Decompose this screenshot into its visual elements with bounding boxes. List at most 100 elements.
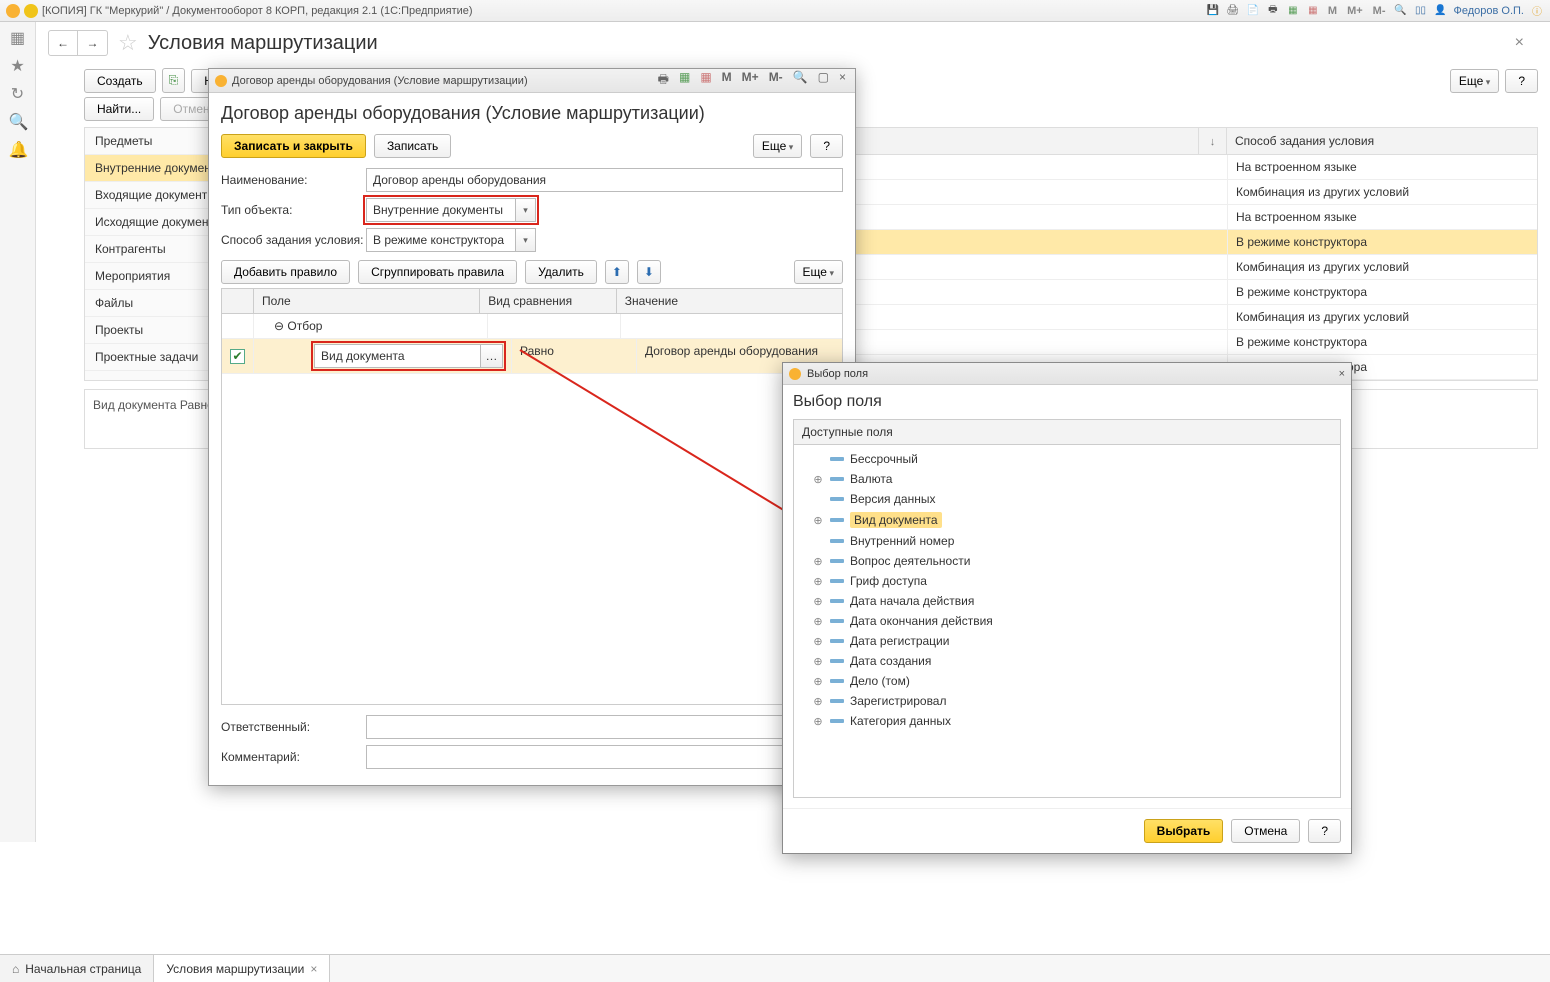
field-item[interactable]: ⊕Дата регистрации xyxy=(794,631,1340,651)
avail-header[interactable]: Доступные поля xyxy=(794,420,1340,445)
group-rules-button[interactable]: Сгруппировать правила xyxy=(358,260,517,284)
field-item[interactable]: ⊕Категория данных xyxy=(794,711,1340,731)
ellipsis-button[interactable]: … xyxy=(480,345,502,367)
filter-group-row[interactable]: ⊖ Отбор xyxy=(222,314,842,339)
mplus-btn[interactable]: M+ xyxy=(1345,5,1365,17)
chevron-down-icon[interactable]: ▾ xyxy=(515,199,535,221)
label-mode: Способ задания условия: xyxy=(221,233,366,247)
field-item[interactable]: ⊕Вид документа xyxy=(794,509,1340,531)
modal-close-icon[interactable]: × xyxy=(836,70,849,91)
calendar-icon[interactable]: ▦ xyxy=(1286,4,1300,18)
bottom-tabs: Начальная страница Условия маршрутизации… xyxy=(0,954,1550,982)
menu-icon[interactable]: ▦ xyxy=(9,28,27,46)
add-rule-button[interactable]: Добавить правило xyxy=(221,260,350,284)
modal-m-btn[interactable]: M xyxy=(719,70,735,91)
modal2-wintitle: Выбор поля xyxy=(807,368,868,380)
nav-fwd-button[interactable]: → xyxy=(78,30,108,56)
field-item[interactable]: Версия данных xyxy=(794,489,1340,509)
field-item[interactable]: Бессрочный xyxy=(794,449,1340,469)
user-name[interactable]: Федоров О.П. xyxy=(1454,5,1525,17)
modal-cal2-icon[interactable]: ▦ xyxy=(697,70,714,91)
create-button[interactable]: Создать xyxy=(84,69,156,93)
modal2-icon xyxy=(789,368,801,380)
nav-back-button[interactable]: ← xyxy=(48,30,78,56)
col-cond[interactable]: Способ задания условия xyxy=(1227,128,1537,154)
field-item[interactable]: ⊕Дата начала действия xyxy=(794,591,1340,611)
star-icon[interactable]: ★ xyxy=(9,56,27,74)
field-item[interactable]: Внутренний номер xyxy=(794,531,1340,551)
modal-max-icon[interactable]: ▢ xyxy=(815,70,832,91)
move-down-button[interactable]: ⬇ xyxy=(637,260,661,284)
calendar2-icon[interactable]: ▦ xyxy=(1306,4,1320,18)
label-comment: Комментарий: xyxy=(221,750,366,764)
doc-icon[interactable]: 📄 xyxy=(1246,4,1260,18)
info-icon[interactable]: ⓘ xyxy=(1530,4,1544,18)
left-rail: ▦ ★ ↻ 🔍 🔔 xyxy=(0,22,36,842)
save-icon[interactable]: 💾 xyxy=(1206,4,1220,18)
select-button[interactable]: Выбрать xyxy=(1144,819,1224,843)
available-fields-list: Бессрочный⊕ВалютаВерсия данных⊕Вид докум… xyxy=(794,445,1340,797)
condition-editor-modal: Договор аренды оборудования (Условие мар… xyxy=(208,68,856,786)
modal-mplus-btn[interactable]: M+ xyxy=(739,70,762,91)
help-button[interactable]: ? xyxy=(1505,69,1538,93)
bell-icon[interactable]: 🔔 xyxy=(9,140,27,158)
search-icon[interactable]: 🔍 xyxy=(9,112,27,130)
responsible-field[interactable] xyxy=(366,715,843,739)
copy-button[interactable]: ⎘ xyxy=(162,68,186,93)
comment-field[interactable] xyxy=(366,745,843,769)
m-btn[interactable]: M xyxy=(1326,5,1339,17)
modal2-help-button[interactable]: ? xyxy=(1308,819,1341,843)
object-type-combo[interactable]: Внутренние документы ▾ xyxy=(366,198,536,222)
mode-combo[interactable]: В режиме конструктора ▾ xyxy=(366,228,536,252)
print-icon[interactable]: 🖨 xyxy=(1226,4,1240,18)
printer2-icon[interactable]: 🖶 xyxy=(1266,4,1280,18)
page-title: Условия маршрутизации xyxy=(148,32,378,55)
modal-help-button[interactable]: ? xyxy=(810,134,843,158)
field-item[interactable]: ⊕Зарегистрировал xyxy=(794,691,1340,711)
field-input[interactable]: Вид документа … xyxy=(314,344,503,368)
tab-home[interactable]: Начальная страница xyxy=(0,955,154,982)
col-cmp[interactable]: Вид сравнения xyxy=(480,289,617,313)
label-resp: Ответственный: xyxy=(221,720,366,734)
move-up-button[interactable]: ⬆ xyxy=(605,260,629,284)
rule-row[interactable]: ✔ Вид документа … Равно Договор аренды о… xyxy=(222,339,842,374)
field-chooser-modal: Выбор поля × Выбор поля Доступные поля Б… xyxy=(782,362,1352,854)
tab-close-icon[interactable]: × xyxy=(310,962,317,976)
col-value[interactable]: Значение xyxy=(617,289,842,313)
mminus-btn[interactable]: M- xyxy=(1371,5,1388,17)
modal-mminus-btn[interactable]: M- xyxy=(766,70,786,91)
field-item[interactable]: ⊕Дело (том) xyxy=(794,671,1340,691)
save-button[interactable]: Записать xyxy=(374,134,451,158)
user-icon: 👤 xyxy=(1434,4,1448,18)
col-sort-icon[interactable] xyxy=(1199,128,1227,154)
more-button[interactable]: Еще xyxy=(1450,69,1499,93)
chevron-down-icon[interactable]: ▾ xyxy=(515,229,535,251)
field-item[interactable]: ⊕Гриф доступа xyxy=(794,571,1340,591)
modal-cal-icon[interactable]: ▦ xyxy=(676,70,693,91)
panel-icon[interactable]: ▯▯ xyxy=(1414,4,1428,18)
delete-rule-button[interactable]: Удалить xyxy=(525,260,597,284)
field-item[interactable]: ⊕Валюта xyxy=(794,469,1340,489)
field-item[interactable]: ⊕Дата окончания действия xyxy=(794,611,1340,631)
col-field[interactable]: Поле xyxy=(254,289,480,313)
save-close-button[interactable]: Записать и закрыть xyxy=(221,134,366,158)
zoom-icon[interactable]: 🔍 xyxy=(1394,4,1408,18)
find2-button[interactable]: Найти... xyxy=(84,97,154,121)
modal-zoom-icon[interactable]: 🔍 xyxy=(790,70,811,91)
cmp-cell[interactable]: Равно xyxy=(512,339,637,373)
type-value: Внутренние документы xyxy=(373,203,503,217)
modal-print-icon[interactable]: 🖶 xyxy=(655,70,672,91)
cancel-button[interactable]: Отмена xyxy=(1231,819,1300,843)
history-icon[interactable]: ↻ xyxy=(9,84,27,102)
field-item[interactable]: ⊕Дата создания xyxy=(794,651,1340,671)
tab-active[interactable]: Условия маршрутизации × xyxy=(154,955,330,982)
page-close-icon[interactable]: × xyxy=(1515,34,1524,52)
favorite-star-icon[interactable]: ☆ xyxy=(118,30,138,56)
name-field[interactable]: Договор аренды оборудования xyxy=(366,168,843,192)
modal-more-button[interactable]: Еще xyxy=(753,134,802,158)
field-item[interactable]: ⊕Вопрос деятельности xyxy=(794,551,1340,571)
modal2-close-icon[interactable]: × xyxy=(1339,368,1345,380)
modal2-title: Выбор поля xyxy=(793,393,1341,411)
rule-checkbox[interactable]: ✔ xyxy=(230,349,245,364)
rules-more-button[interactable]: Еще xyxy=(794,260,843,284)
